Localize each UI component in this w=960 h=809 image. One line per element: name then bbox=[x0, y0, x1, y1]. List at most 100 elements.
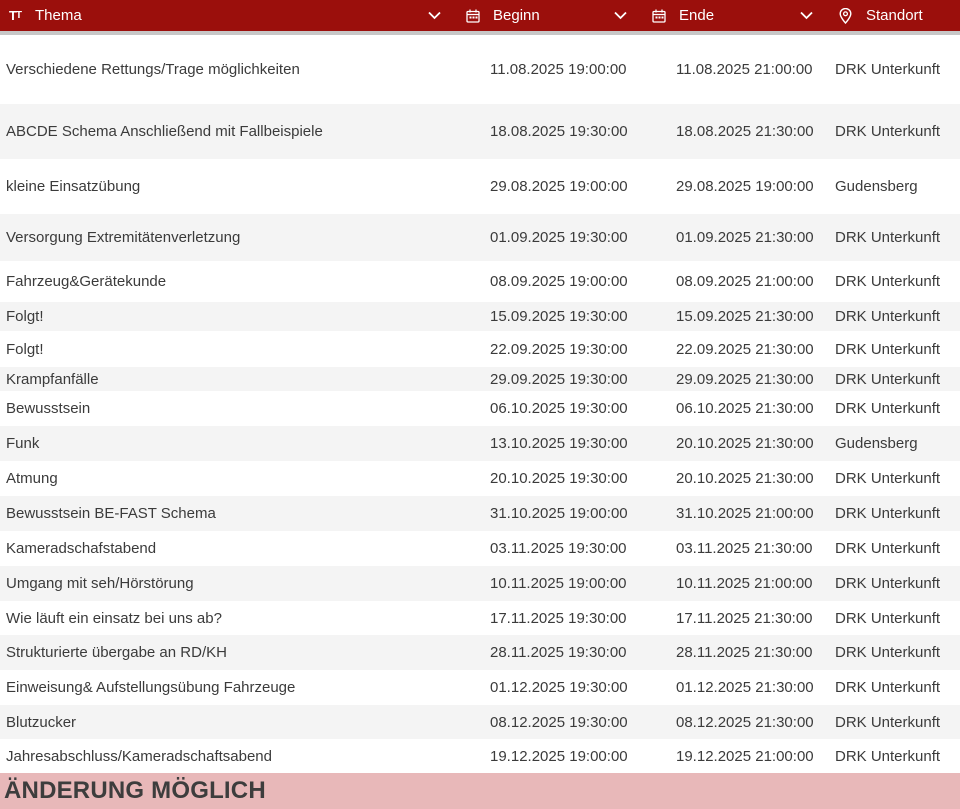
table-row[interactable]: Verschiedene Rettungs/Trage möglichkeite… bbox=[0, 35, 960, 104]
table-row[interactable]: Einweisung& Aufstellungsübung Fahrzeuge 0… bbox=[0, 670, 960, 705]
cell-ende: 29.09.2025 21:30:00 bbox=[676, 370, 814, 388]
table-row[interactable]: Bewusstsein BE-FAST Schema 31.10.2025 19:… bbox=[0, 496, 960, 531]
cell-beginn: 08.09.2025 19:00:00 bbox=[490, 273, 628, 290]
cell-standort: DRK Unterkunft bbox=[835, 400, 941, 417]
cell-thema: kleine Einsatzübung bbox=[6, 178, 141, 195]
cell-thema: Folgt! bbox=[6, 340, 44, 358]
cell-standort: DRK Unterkunft bbox=[835, 273, 941, 290]
cell-thema: Strukturierte übergabe an RD/KH bbox=[6, 644, 227, 661]
chevron-down-icon[interactable] bbox=[797, 0, 815, 31]
location-pin-icon bbox=[837, 7, 853, 24]
cell-standort: DRK Unterkunft bbox=[835, 505, 941, 522]
table-row[interactable]: Umgang mit seh/Hörstörung 10.11.2025 19:0… bbox=[0, 566, 960, 601]
cell-ende: 17.11.2025 21:30:00 bbox=[676, 609, 813, 627]
cell-standort: Gudensberg bbox=[835, 435, 918, 452]
cell-thema: Verschiedene Rettungs/Trage möglichkeite… bbox=[6, 61, 300, 78]
cell-beginn: 17.11.2025 19:30:00 bbox=[490, 609, 627, 627]
table-row[interactable]: Krampfanfälle 29.09.2025 19:30:00 29.09.20… bbox=[0, 367, 960, 391]
column-header-label: Thema bbox=[35, 7, 82, 24]
cell-ende: 29.08.2025 19:00:00 bbox=[676, 178, 814, 195]
cell-ende: 28.11.2025 21:30:00 bbox=[676, 644, 813, 661]
table-row[interactable]: Atmung 20.10.2025 19:30:00 20.10.2025 21:3… bbox=[0, 461, 960, 496]
column-header-label: Ende bbox=[679, 7, 715, 24]
column-header-ende[interactable]: Ende bbox=[651, 0, 714, 31]
cell-thema: Blutzucker bbox=[6, 713, 77, 731]
cell-standort: DRK Unterkunft bbox=[835, 229, 941, 246]
cell-thema: Bewusstsein bbox=[6, 400, 91, 417]
table-row[interactable]: Fahrzeug&Gerätekunde 08.09.2025 19:00:00 0… bbox=[0, 261, 960, 302]
change-notice-text: ÄNDERUNG MÖGLICH bbox=[4, 777, 266, 804]
cell-standort: Gudensberg bbox=[835, 178, 918, 195]
change-notice-banner: ÄNDERUNG MÖGLICH bbox=[0, 773, 960, 809]
cell-beginn: 28.11.2025 19:30:00 bbox=[490, 644, 627, 661]
cell-beginn: 03.11.2025 19:30:00 bbox=[490, 540, 627, 557]
cell-standort: DRK Unterkunft bbox=[835, 340, 941, 358]
cell-beginn: 15.09.2025 19:30:00 bbox=[490, 308, 628, 325]
cell-beginn: 13.10.2025 19:30:00 bbox=[490, 435, 628, 452]
cell-thema: Atmung bbox=[6, 470, 58, 487]
cell-thema: Funk bbox=[6, 435, 40, 452]
column-header-label: Beginn bbox=[493, 7, 540, 24]
table-row[interactable]: kleine Einsatzübung 29.08.2025 19:00:00 29… bbox=[0, 159, 960, 214]
cell-standort: DRK Unterkunft bbox=[835, 540, 941, 557]
cell-ende: 10.11.2025 21:00:00 bbox=[676, 575, 813, 592]
cell-beginn: 20.10.2025 19:30:00 bbox=[490, 470, 628, 487]
cell-beginn: 06.10.2025 19:30:00 bbox=[490, 400, 628, 417]
table-header: TT Thema Beginn Ende Standort bbox=[0, 0, 960, 35]
cell-standort: DRK Unterkunft bbox=[835, 123, 941, 140]
cell-standort: DRK Unterkunft bbox=[835, 609, 941, 627]
cell-ende: 03.11.2025 21:30:00 bbox=[676, 540, 813, 557]
cell-beginn: 29.09.2025 19:30:00 bbox=[490, 370, 628, 388]
cell-beginn: 11.08.2025 19:00:00 bbox=[490, 61, 627, 78]
table-row[interactable]: Bewusstsein 06.10.2025 19:30:00 06.10.2025… bbox=[0, 391, 960, 426]
cell-standort: DRK Unterkunft bbox=[835, 747, 941, 765]
table-row[interactable]: ABCDE Schema Anschließend mit Fallbeispi… bbox=[0, 104, 960, 159]
table-row[interactable]: Jahresabschluss/Kameradschaftsabend 19.12… bbox=[0, 739, 960, 773]
cell-ende: 20.10.2025 21:30:00 bbox=[676, 435, 814, 452]
table-row[interactable]: Blutzucker 08.12.2025 19:30:00 08.12.2025 … bbox=[0, 705, 960, 739]
table-row[interactable]: Wie läuft ein einsatz bei uns ab? 17.11.2… bbox=[0, 601, 960, 635]
cell-ende: 20.10.2025 21:30:00 bbox=[676, 470, 814, 487]
cell-ende: 08.12.2025 21:30:00 bbox=[676, 713, 814, 731]
cell-standort: DRK Unterkunft bbox=[835, 308, 941, 325]
cell-ende: 18.08.2025 21:30:00 bbox=[676, 123, 814, 140]
cell-ende: 01.09.2025 21:30:00 bbox=[676, 229, 814, 246]
cell-beginn: 18.08.2025 19:30:00 bbox=[490, 123, 628, 140]
table-row[interactable]: Folgt! 15.09.2025 19:30:00 15.09.2025 21:3… bbox=[0, 302, 960, 331]
cell-standort: DRK Unterkunft bbox=[835, 575, 941, 592]
chevron-down-icon[interactable] bbox=[611, 0, 629, 31]
cell-ende: 11.08.2025 21:00:00 bbox=[676, 61, 813, 78]
column-header-thema[interactable]: TT Thema bbox=[7, 0, 82, 31]
calendar-icon bbox=[465, 8, 481, 24]
cell-beginn: 31.10.2025 19:00:00 bbox=[490, 505, 628, 522]
schedule-table-body: Verschiedene Rettungs/Trage möglichkeite… bbox=[0, 35, 960, 773]
table-row[interactable]: Versorgung Extremitätenverletzung 01.09.2… bbox=[0, 214, 960, 261]
cell-standort: DRK Unterkunft bbox=[835, 470, 941, 487]
column-header-standort[interactable]: Standort bbox=[837, 0, 923, 31]
column-header-beginn[interactable]: Beginn bbox=[465, 0, 540, 31]
table-row[interactable]: Kameradschafstabend 03.11.2025 19:30:00 03… bbox=[0, 531, 960, 566]
cell-beginn: 01.09.2025 19:30:00 bbox=[490, 229, 628, 246]
table-row[interactable]: Folgt! 22.09.2025 19:30:00 22.09.2025 21:3… bbox=[0, 331, 960, 367]
cell-thema: Fahrzeug&Gerätekunde bbox=[6, 273, 167, 290]
cell-standort: DRK Unterkunft bbox=[835, 679, 941, 696]
cell-thema: Bewusstsein BE-FAST Schema bbox=[6, 505, 216, 522]
cell-beginn: 29.08.2025 19:00:00 bbox=[490, 178, 628, 195]
cell-beginn: 22.09.2025 19:30:00 bbox=[490, 340, 628, 358]
chevron-down-icon[interactable] bbox=[425, 0, 443, 31]
cell-ende: 15.09.2025 21:30:00 bbox=[676, 308, 814, 325]
column-header-label: Standort bbox=[866, 7, 923, 24]
cell-standort: DRK Unterkunft bbox=[835, 713, 941, 731]
cell-thema: Jahresabschluss/Kameradschaftsabend bbox=[6, 747, 272, 765]
cell-ende: 22.09.2025 21:30:00 bbox=[676, 340, 814, 358]
table-row[interactable]: Funk 13.10.2025 19:30:00 20.10.2025 21:30:… bbox=[0, 426, 960, 461]
table-row[interactable]: Strukturierte übergabe an RD/KH 28.11.202… bbox=[0, 635, 960, 670]
cell-thema: Einweisung& Aufstellungsübung Fahrzeuge bbox=[6, 679, 296, 696]
cell-ende: 08.09.2025 21:00:00 bbox=[676, 273, 814, 290]
cell-thema: Krampfanfälle bbox=[6, 370, 99, 388]
cell-thema: Folgt! bbox=[6, 308, 44, 325]
cell-beginn: 08.12.2025 19:30:00 bbox=[490, 713, 628, 731]
cell-standort: DRK Unterkunft bbox=[835, 644, 941, 661]
cell-standort: DRK Unterkunft bbox=[835, 61, 941, 78]
cell-thema: Umgang mit seh/Hörstörung bbox=[6, 575, 194, 592]
